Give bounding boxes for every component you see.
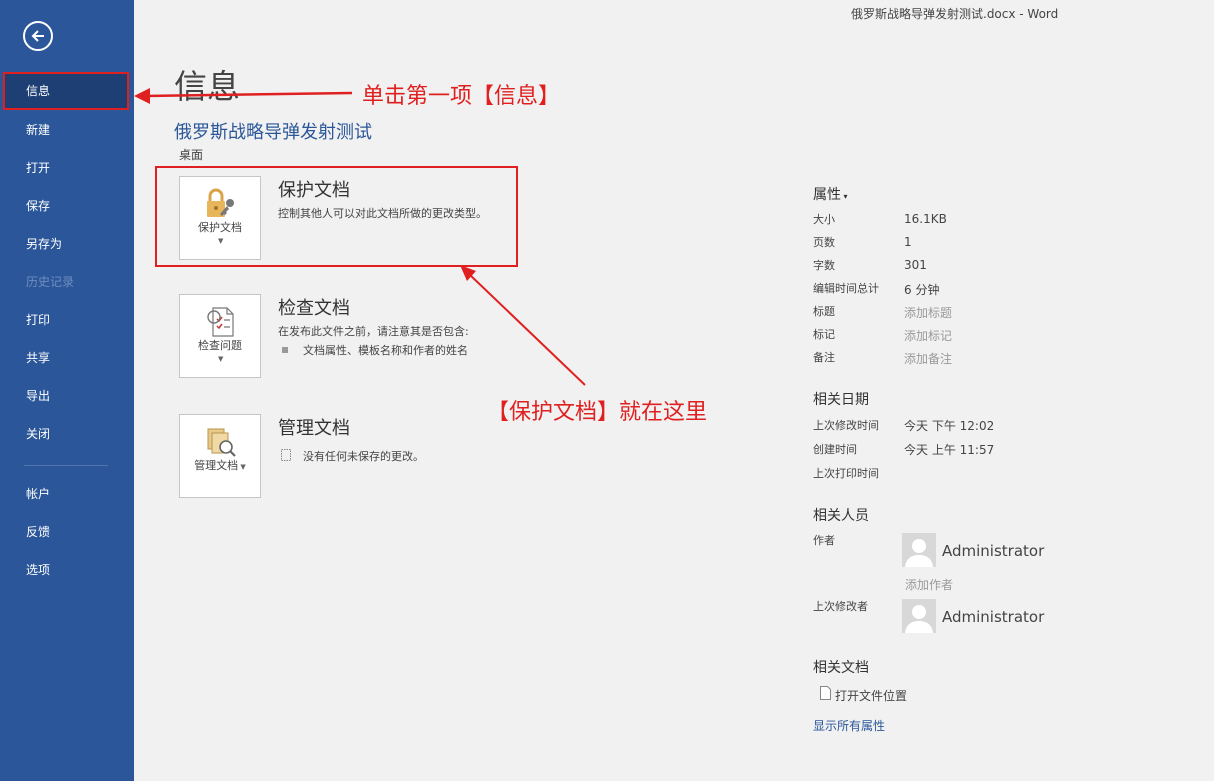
- prop-value: 16.1KB: [904, 212, 947, 226]
- add-tags-field[interactable]: 添加标记: [904, 327, 952, 344]
- prop-label: 页数: [813, 236, 835, 249]
- prop-value: 6 分钟: [904, 283, 940, 297]
- prop-label: 创建时间: [813, 443, 857, 456]
- annotation-arrows: [134, 88, 586, 386]
- properties-header[interactable]: 属性 ▾: [813, 184, 848, 204]
- show-all-properties-link[interactable]: 显示所有属性: [813, 717, 885, 734]
- related-people-header: 相关人员: [813, 508, 869, 524]
- author-label: 作者: [813, 534, 835, 547]
- chevron-down-icon: ▾: [841, 192, 848, 201]
- related-dates-header: 相关日期: [813, 392, 869, 408]
- prop-label: 上次打印时间: [813, 467, 879, 480]
- user-silhouette-icon: [905, 605, 933, 633]
- prop-value: 今天 下午 12:02: [904, 419, 995, 433]
- prop-label: 字数: [813, 259, 835, 272]
- prop-label: 上次修改时间: [813, 419, 879, 432]
- prop-label: 备注: [813, 351, 835, 364]
- avatar: [902, 533, 936, 567]
- related-documents-header: 相关文档: [813, 660, 869, 676]
- author-name[interactable]: Administrator: [942, 542, 1044, 560]
- last-modified-by-name[interactable]: Administrator: [942, 608, 1044, 626]
- add-title-field[interactable]: 添加标题: [904, 304, 952, 321]
- user-silhouette-icon: [905, 539, 933, 567]
- prop-label: 标记: [813, 328, 835, 341]
- annotation-text-click-info: 单击第一项【信息】: [362, 84, 561, 109]
- prop-value: 301: [904, 258, 927, 272]
- prop-value: 今天 上午 11:57: [904, 443, 995, 457]
- prop-label: 编辑时间总计: [813, 282, 879, 295]
- last-modified-by-label: 上次修改者: [813, 600, 868, 613]
- prop-value: 1: [904, 235, 912, 249]
- annotation-text-protect-here: 【保护文档】就在这里: [487, 400, 708, 425]
- open-file-location-link[interactable]: 打开文件位置: [835, 687, 907, 704]
- prop-label: 大小: [813, 213, 835, 226]
- add-author-field[interactable]: 添加作者: [905, 576, 953, 593]
- add-comments-field[interactable]: 添加备注: [904, 350, 952, 367]
- prop-label: 标题: [813, 305, 835, 318]
- avatar: [902, 599, 936, 633]
- file-icon: [820, 686, 831, 700]
